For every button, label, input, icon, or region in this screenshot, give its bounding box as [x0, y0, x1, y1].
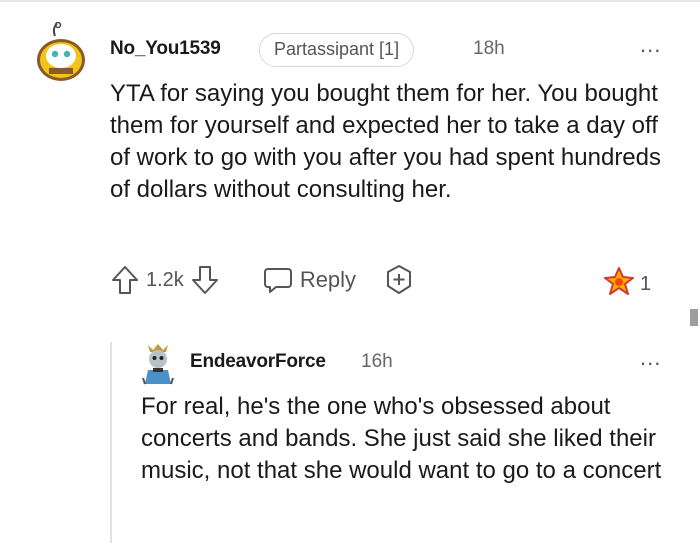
user-flair: Partassipant [1]	[259, 33, 415, 67]
vote-score: 1.2k	[146, 268, 184, 291]
comment-author[interactable]: No_You1539	[110, 38, 221, 60]
scrollbar-thumb[interactable]	[690, 309, 698, 326]
top-divider	[0, 0, 700, 2]
award-count: 1	[640, 273, 652, 295]
award-icon	[604, 266, 634, 303]
more-options-icon[interactable]: ...	[640, 34, 661, 56]
user-avatar[interactable]	[35, 21, 87, 82]
reply-label: Reply	[299, 267, 357, 292]
reply-icon	[262, 265, 294, 295]
reply-user-avatar[interactable]	[141, 342, 175, 386]
reply-more-options-icon[interactable]: ...	[640, 347, 661, 369]
reply-author[interactable]: EndeavorForce	[190, 351, 326, 373]
upvote-icon[interactable]	[110, 264, 140, 296]
add-award-icon[interactable]	[384, 264, 414, 296]
downvote-icon[interactable]	[190, 264, 220, 296]
award-badge[interactable]: 1	[604, 266, 651, 303]
thread-line[interactable]	[110, 342, 112, 543]
comment-timestamp[interactable]: 18h	[473, 38, 505, 60]
comment-actions: 1.2k Reply	[110, 262, 414, 298]
reply-button[interactable]: Reply	[262, 265, 356, 295]
reply-timestamp[interactable]: 16h	[361, 351, 393, 373]
reply-body: For real, he's the one who's obsessed ab…	[141, 393, 662, 484]
comment-body: YTA for saying you bought them for her. …	[110, 80, 662, 203]
